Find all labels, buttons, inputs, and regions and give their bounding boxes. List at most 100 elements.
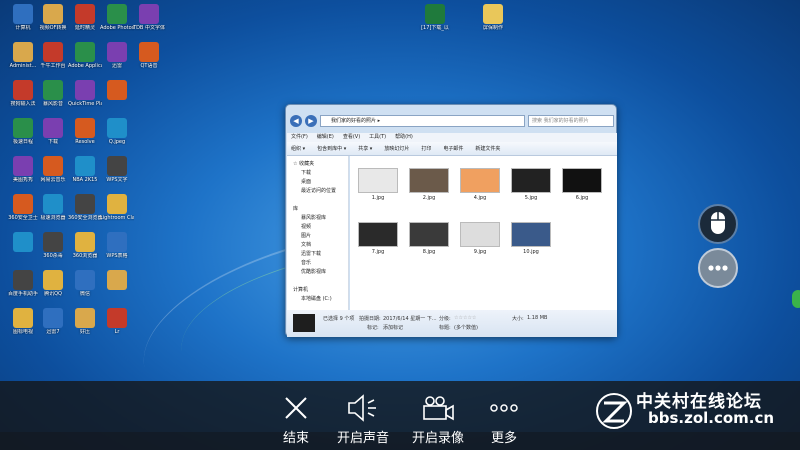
folder-icon — [483, 4, 503, 24]
desktop-icon[interactable]: QuickTime Player — [68, 80, 102, 107]
desktop-icon[interactable]: 360浏览器 — [68, 232, 102, 259]
app-icon — [13, 80, 33, 100]
desktop-icon[interactable]: 360安全浏览器 — [68, 194, 102, 221]
nav-item[interactable]: 图片 — [287, 232, 348, 241]
file-thumbnail[interactable]: 1.jpg — [354, 162, 402, 204]
command-toolbar: 组织 ▾ 包含到库中 ▾ 共享 ▾ 放映幻灯片 打印 电子邮件 新建文件夹 — [287, 142, 617, 156]
app-icon — [13, 118, 33, 138]
back-icon[interactable]: ◀ — [290, 115, 302, 127]
side-handle[interactable] — [792, 290, 800, 308]
desktop-icon[interactable]: WPS文字 — [100, 156, 134, 183]
slideshow-button[interactable]: 放映幻灯片 — [384, 142, 409, 155]
file-thumbnail[interactable]: 7.jpg — [354, 216, 402, 258]
desktop-icon[interactable]: QT语音 — [132, 42, 166, 69]
nav-item[interactable]: 暴风影视库 — [287, 214, 348, 223]
desktop-icon[interactable]: TDB 中文字体 — [132, 4, 166, 31]
nav-item[interactable]: 本地磁盘 (C:) — [287, 295, 348, 304]
print-button[interactable]: 打印 — [421, 142, 431, 155]
desktop-icon[interactable]: Q.jpeg — [100, 118, 134, 145]
end-button[interactable]: 结束 — [266, 393, 326, 446]
desktop-icon[interactable] — [6, 232, 40, 253]
desktop-icon[interactable]: 迅雷7 — [36, 308, 70, 335]
desktop-icon[interactable]: Resolve — [68, 118, 102, 145]
nav-item[interactable]: 视频 — [287, 223, 348, 232]
file-thumbnail[interactable]: 2.jpg — [405, 162, 453, 204]
search-input[interactable]: 搜索 我们家的好看的照片 — [528, 115, 614, 127]
menu-help[interactable]: 帮助(H) — [395, 133, 413, 142]
desktop-icon[interactable]: 延时精灵 — [68, 4, 102, 31]
nav-item[interactable]: 库 — [287, 205, 348, 214]
preview-thumbnail — [293, 314, 315, 332]
file-thumbnail[interactable]: 8.jpg — [405, 216, 453, 258]
sound-button[interactable]: 开启声音 — [333, 393, 393, 446]
app-icon — [13, 42, 33, 62]
desktop-icon[interactable]: 视频OF转换 — [36, 4, 70, 31]
nav-item[interactable]: 文档 — [287, 241, 348, 250]
desktop-icon[interactable]: 360安全卫士 — [6, 194, 40, 221]
nav-item — [287, 196, 348, 205]
app-icon — [13, 232, 33, 252]
desktop-icon[interactable]: 迅雷 — [100, 42, 134, 69]
file-thumbnail[interactable]: 9.jpg — [456, 216, 504, 258]
desktop-file-excel[interactable]: [17]下载_以 — [418, 4, 452, 31]
desktop-icon[interactable]: 计算机 — [6, 4, 40, 31]
nav-item[interactable]: 最近访问的位置 — [287, 187, 348, 196]
address-field[interactable]: 我们家的好看的照片 ▸ — [320, 115, 525, 127]
nav-item[interactable]: ☆ 收藏夹 — [287, 160, 348, 169]
menu-edit[interactable]: 编辑(E) — [317, 133, 334, 142]
app-icon — [107, 80, 127, 100]
app-icon — [43, 308, 63, 328]
email-button[interactable]: 电子邮件 — [443, 142, 463, 155]
mouse-mode-button[interactable] — [698, 204, 738, 244]
desktop-icon[interactable]: 网易云音乐 — [36, 156, 70, 183]
organize-button[interactable]: 组织 ▾ — [291, 142, 305, 155]
mouse-icon — [711, 212, 725, 234]
desktop-icon[interactable]: 千牛工作台 — [36, 42, 70, 69]
desktop-icon[interactable] — [100, 270, 134, 291]
desktop-icon[interactable]: Adobe Photosh... — [100, 4, 134, 31]
desktop-icon[interactable]: 360杀毒 — [36, 232, 70, 259]
nav-item[interactable]: 桌面 — [287, 178, 348, 187]
desktop-icon[interactable]: 极速日程 — [6, 118, 40, 145]
desktop-icon[interactable]: NBA 2K15 — [68, 156, 102, 183]
share-button[interactable]: 共享 ▾ — [358, 142, 372, 155]
nav-item[interactable]: 计算机 — [287, 286, 348, 295]
more-button[interactable]: 更多 — [474, 393, 534, 446]
menu-file[interactable]: 文件(F) — [291, 133, 308, 142]
desktop-icon[interactable]: Lightroom Classic — [100, 194, 134, 221]
app-icon — [75, 270, 95, 290]
desktop-icon[interactable]: 暴风影音 — [36, 80, 70, 107]
file-thumbnail[interactable]: 5.jpg — [507, 162, 555, 204]
desktop-icon[interactable]: WPS表格 — [100, 232, 134, 259]
menu-tools[interactable]: 工具(T) — [369, 133, 386, 142]
nav-item[interactable]: 迅雷下载 — [287, 250, 348, 259]
nav-item[interactable]: 下载 — [287, 169, 348, 178]
desktop-icon[interactable]: Administ... — [6, 42, 40, 69]
image-preview — [409, 168, 449, 193]
desktop-icon[interactable] — [100, 80, 134, 101]
new-folder-button[interactable]: 新建文件夹 — [475, 142, 500, 155]
desktop-icon[interactable]: 百度手机助手 — [6, 270, 40, 297]
more-options-fab[interactable] — [698, 248, 738, 288]
file-thumbnail[interactable]: 10.jpg — [507, 216, 555, 258]
desktop-icon[interactable]: Adobe Applicati... — [68, 42, 102, 69]
forward-icon[interactable]: ▶ — [305, 115, 317, 127]
desktop-icon[interactable]: Lr — [100, 308, 134, 335]
desktop-icon[interactable]: 极速浏览器 — [36, 194, 70, 221]
desktop-icon[interactable]: 搜狗输入法 — [6, 80, 40, 107]
desktop-icon[interactable]: 美图秀秀 — [6, 156, 40, 183]
record-button[interactable]: 开启录像 — [408, 393, 468, 446]
desktop-icon[interactable]: 腾讯QQ — [36, 270, 70, 297]
include-library-button[interactable]: 包含到库中 ▾ — [317, 142, 346, 155]
desktop-icon[interactable]: 微信 — [68, 270, 102, 297]
nav-item[interactable]: 音乐 — [287, 259, 348, 268]
desktop-icon[interactable]: 图标电视 — [6, 308, 40, 335]
file-thumbnail[interactable]: 4.jpg — [456, 162, 504, 204]
file-thumbnail[interactable]: 6.jpg — [558, 162, 606, 204]
nav-item[interactable]: 优酷影视库 — [287, 268, 348, 277]
menu-view[interactable]: 查看(V) — [343, 133, 360, 142]
desktop-icon[interactable]: 下载 — [36, 118, 70, 145]
explorer-window[interactable]: ◀ ▶ 我们家的好看的照片 ▸ 搜索 我们家的好看的照片 文件(F) 编辑(E)… — [285, 104, 617, 337]
desktop-icon[interactable]: 好压 — [68, 308, 102, 335]
desktop-file-folder[interactable]: 屏保制作 — [476, 4, 510, 31]
